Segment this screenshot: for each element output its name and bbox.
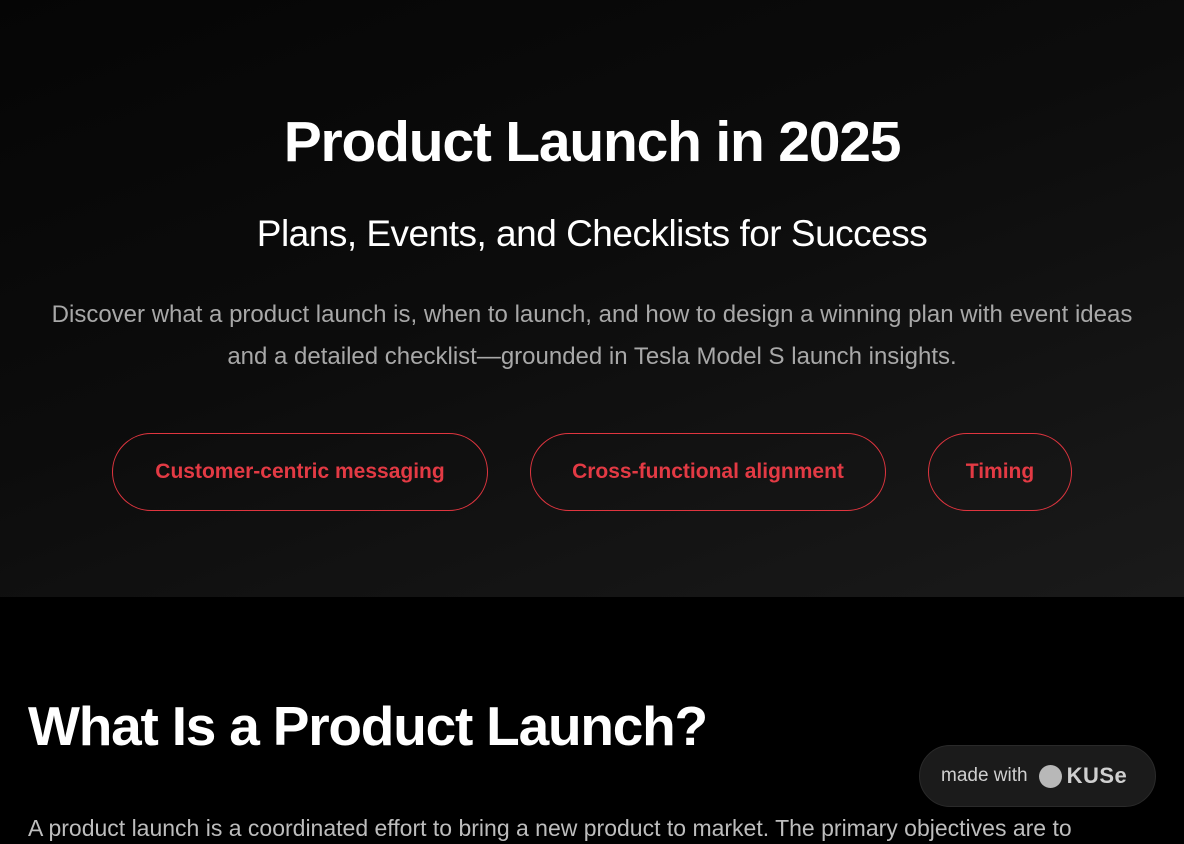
hero-description: Discover what a product launch is, when …: [51, 301, 1133, 370]
section-body-text: A product launch is a coordinated effort…: [28, 815, 1072, 841]
kuse-logo-icon: [1038, 764, 1062, 788]
pill-cross-functional-alignment[interactable]: Cross-functional alignment: [530, 433, 886, 511]
hero-subtitle: Plans, Events, and Checklists for Succes…: [256, 213, 928, 254]
section-title: What Is a Product Launch?: [28, 695, 708, 757]
kuse-logo-wordmark: KUSe: [1066, 763, 1128, 788]
pill-customer-centric-messaging[interactable]: Customer-centric messaging: [112, 433, 488, 511]
hero-section: Product Launch in 2025 Plans, Events, an…: [0, 0, 1184, 597]
made-with-kuse-badge[interactable]: made with KUSe: [919, 745, 1156, 807]
page-title: Product Launch in 2025: [283, 110, 902, 174]
badge-text: made with: [941, 765, 1028, 786]
pill-timing[interactable]: Timing: [928, 433, 1072, 511]
